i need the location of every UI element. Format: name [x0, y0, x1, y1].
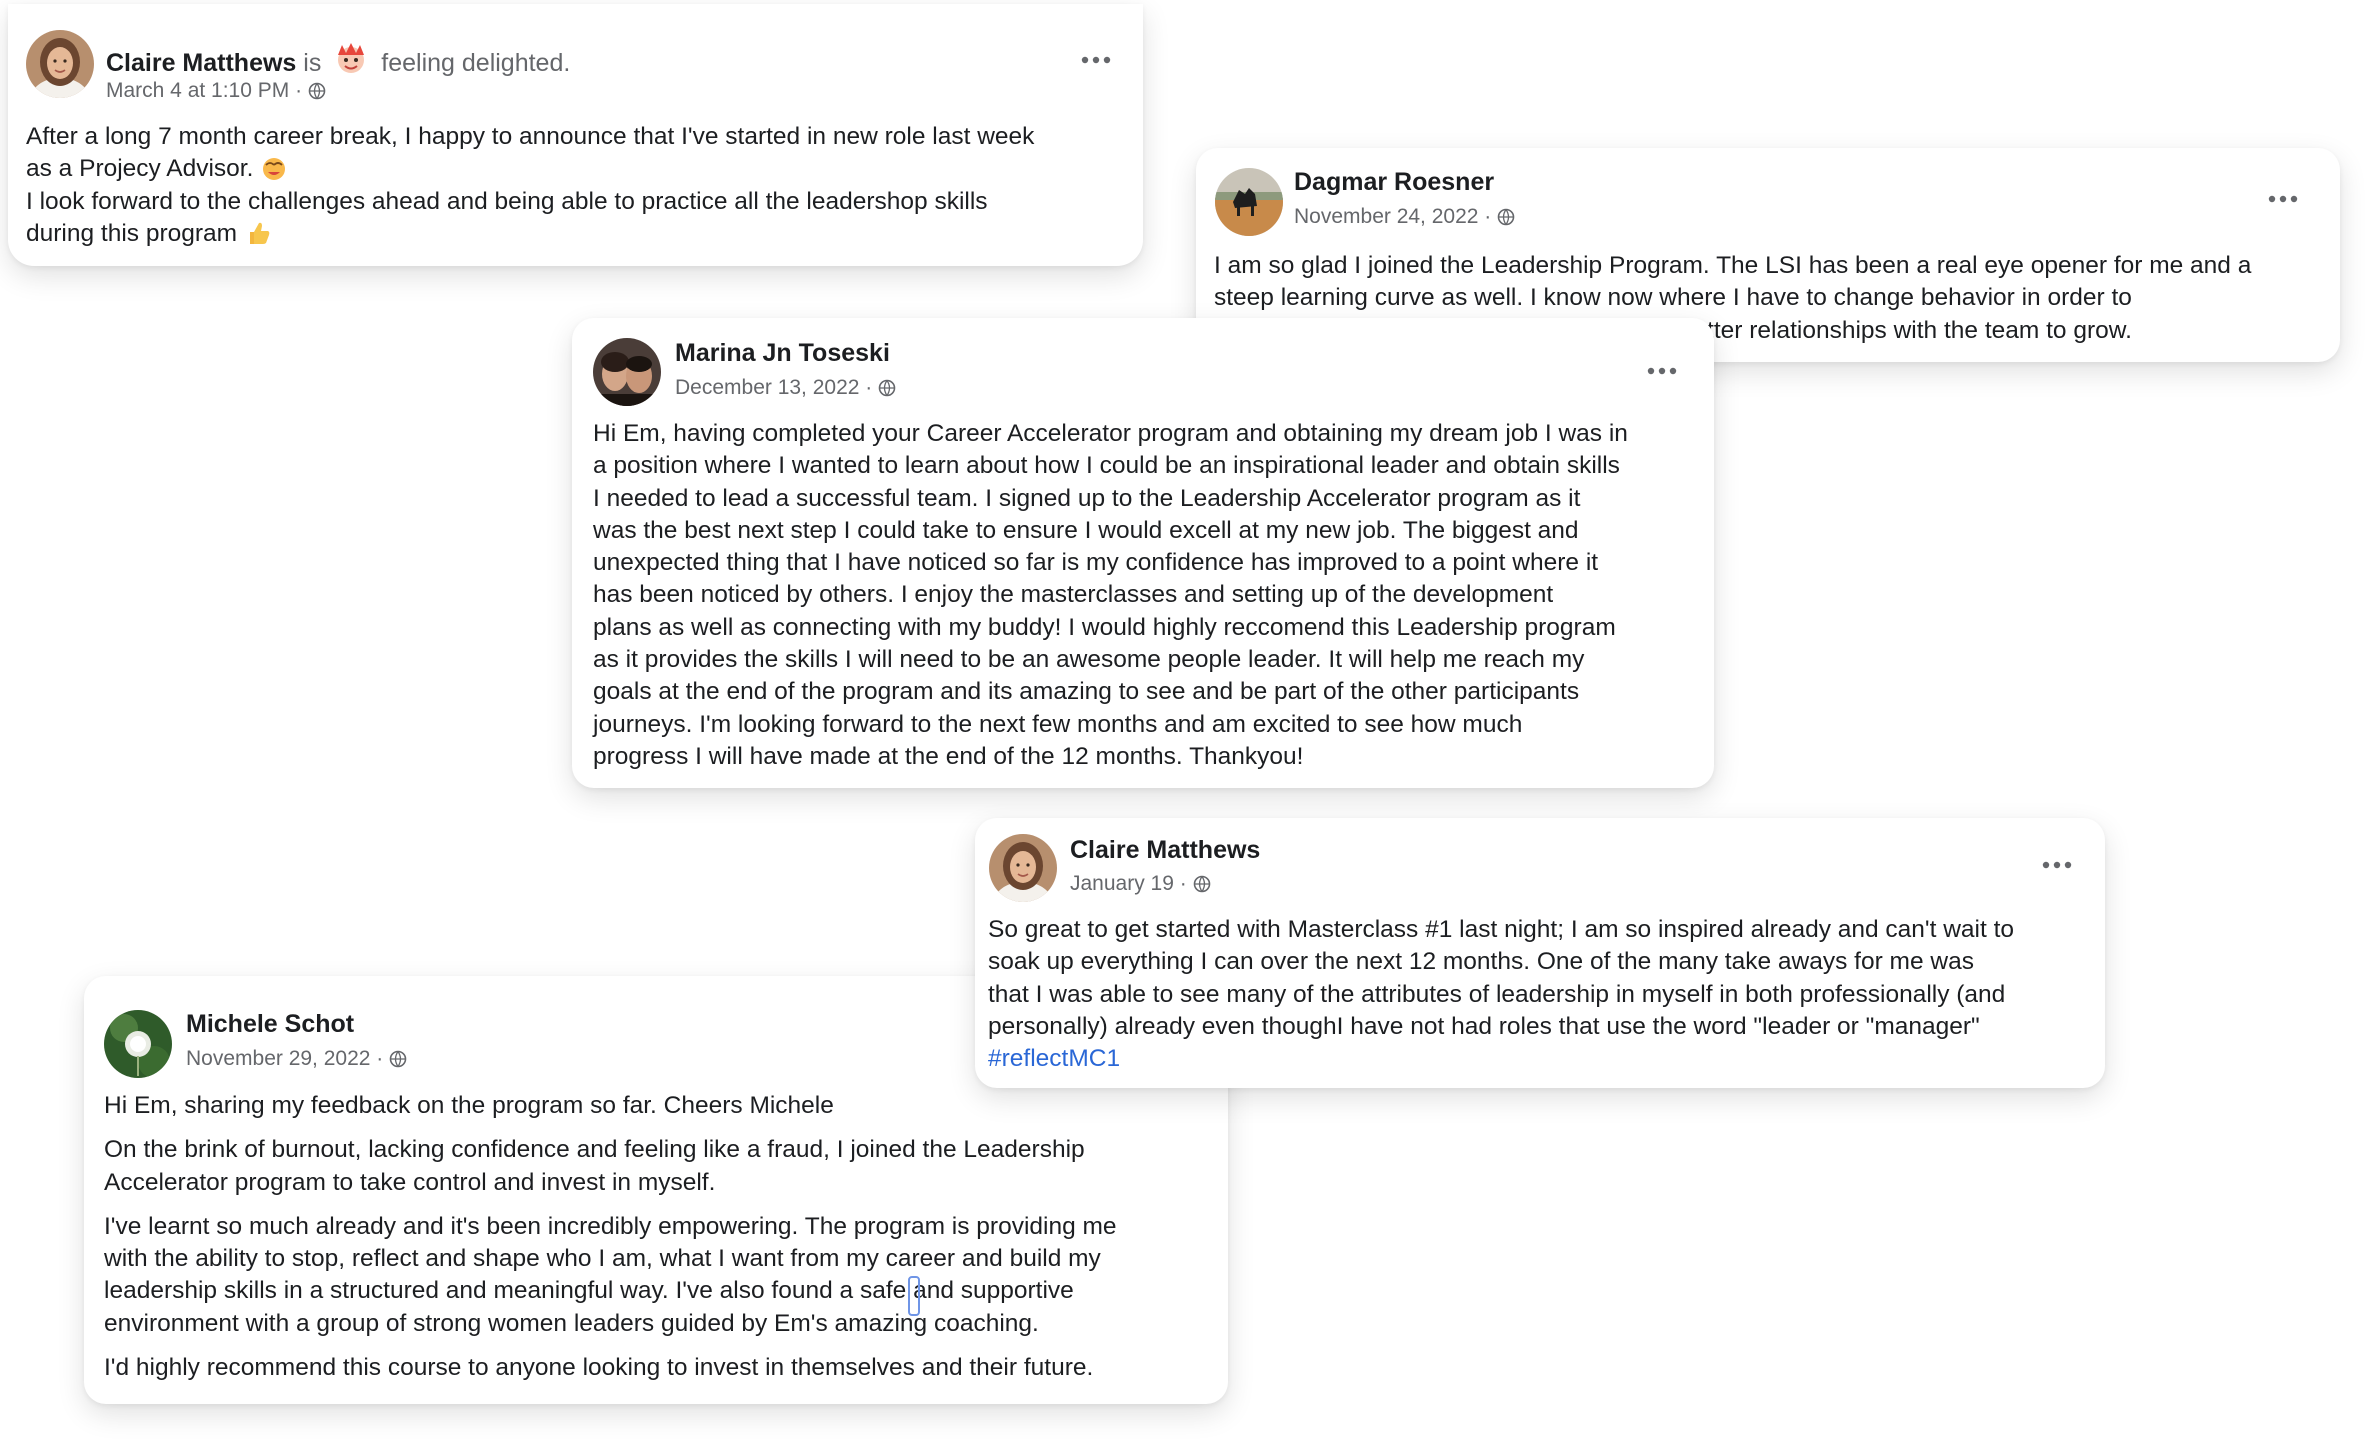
post-line: has been noticed by others. I enjoy the … [593, 581, 1554, 609]
timestamp[interactable]: December 13, 2022 · [675, 376, 872, 400]
post-line: with the ability to stop, reflect and sh… [104, 1245, 1101, 1273]
post-card-claire-masterclass: Claire Matthews January 19 · So great to… [975, 818, 2105, 1088]
post-line: steep learning curve as well. I know now… [1214, 284, 2132, 312]
post-body: After a long 7 month career break, I hap… [26, 121, 1136, 250]
michele-avatar-image [104, 1010, 172, 1078]
author-name[interactable]: Claire Matthews [106, 49, 296, 77]
claire-avatar-image [26, 30, 94, 98]
feeling-text[interactable]: feeling delighted. [381, 49, 570, 77]
post-paragraph: On the brink of burnout, lacking confide… [104, 1134, 1222, 1199]
post-meta: November 29, 2022 · [186, 1047, 407, 1071]
post-line: Accelerator program to take control and … [104, 1168, 716, 1196]
post-paragraph: I'd highly recommend this course to anyo… [104, 1354, 1094, 1382]
more-options-icon[interactable] [2266, 192, 2300, 206]
avatar[interactable] [104, 1010, 172, 1078]
post-line: I needed to lead a successful team. I si… [593, 484, 1581, 512]
avatar[interactable] [989, 834, 1057, 902]
post-line: during this program [26, 218, 1136, 250]
post-line: soak up everything I can over the next 1… [988, 948, 1974, 976]
author-name[interactable]: Michele Schot [186, 1010, 354, 1039]
post-body: So great to get started with Masterclass… [988, 914, 2098, 1075]
hot-face-emoji-icon [260, 155, 288, 181]
post-line: I've learnt so much already and it's bee… [104, 1212, 1117, 1240]
claire-avatar-image [989, 834, 1057, 902]
text-cursor-icon [908, 1276, 920, 1316]
globe-icon [1497, 208, 1515, 226]
post-card-marina: Marina Jn Toseski December 13, 2022 · Hi… [572, 318, 1714, 788]
post-line: personally) already even thoughI have no… [988, 1012, 1980, 1040]
post-line: a position where I wanted to learn about… [593, 452, 1620, 480]
dagmar-avatar-image [1215, 168, 1283, 236]
post-line: as a Projecy Advisor. [26, 153, 1136, 185]
post-line: On the brink of burnout, lacking confide… [104, 1136, 1085, 1164]
post-line: Hi Em, having completed your Career Acce… [593, 420, 1628, 447]
post-line: #reflectMC1 [988, 1043, 2098, 1075]
globe-icon [308, 82, 326, 100]
hashtag-link[interactable]: #reflectMC1 [988, 1045, 1120, 1072]
thumbs-up-emoji-icon [244, 220, 272, 246]
post-meta: March 4 at 1:10 PM · [106, 79, 326, 103]
post-line: was the best next step I could take to e… [593, 516, 1579, 544]
post-line: After a long 7 month career break, I hap… [26, 123, 1035, 150]
globe-icon [389, 1050, 407, 1068]
post-line: journeys. I'm looking forward to the nex… [593, 710, 1523, 738]
post-meta: January 19 · [1070, 872, 1211, 896]
post-line: as it provides the skills I will need to… [593, 646, 1585, 674]
post-line: goals at the end of the program and its … [593, 678, 1580, 706]
post-card-claire-delighted: Claire Matthews is feeling delighted. Ma… [8, 4, 1143, 266]
post-body: Hi Em, having completed your Career Acce… [593, 418, 1711, 773]
more-options-icon[interactable] [1645, 364, 1679, 378]
more-options-icon[interactable] [2040, 858, 2074, 872]
post-meta: November 24, 2022 · [1294, 205, 1515, 229]
post-line: leadership skills in a structured and me… [104, 1277, 1074, 1305]
post-line: plans as well as connecting with my budd… [593, 613, 1616, 641]
post-meta: December 13, 2022 · [675, 376, 896, 400]
author-name[interactable]: Claire Matthews [1070, 836, 1260, 865]
post-line: that I was able to see many of the attri… [988, 980, 2006, 1008]
post-line: unexpected thing that I have noticed so … [593, 549, 1599, 577]
more-options-icon[interactable] [1079, 53, 1113, 67]
marina-avatar-image [593, 338, 661, 406]
avatar[interactable] [1215, 168, 1283, 236]
post-line: progress I will have made at the end of … [593, 742, 1304, 770]
post-body: Hi Em, sharing my feedback on the progra… [104, 1090, 1222, 1384]
post-line: environment with a group of strong women… [104, 1309, 1039, 1337]
author-name[interactable]: Marina Jn Toseski [675, 339, 890, 368]
avatar[interactable] [593, 338, 661, 406]
globe-icon [878, 379, 896, 397]
timestamp[interactable]: March 4 at 1:10 PM · [106, 79, 302, 103]
post-line: So great to get started with Masterclass… [988, 916, 2015, 943]
author-name[interactable]: Dagmar Roesner [1294, 168, 1494, 197]
post-author-line: Claire Matthews is feeling delighted. [106, 41, 570, 78]
post-paragraph: Hi Em, sharing my feedback on the progra… [104, 1092, 834, 1119]
timestamp[interactable]: January 19 · [1070, 872, 1187, 896]
timestamp[interactable]: November 29, 2022 · [186, 1047, 383, 1071]
globe-icon [1193, 875, 1211, 893]
timestamp[interactable]: November 24, 2022 · [1294, 205, 1491, 229]
post-line: I am so glad I joined the Leadership Pro… [1214, 252, 2252, 279]
post-paragraph: I've learnt so much already and it's bee… [104, 1211, 1222, 1340]
delighted-emoji-icon [332, 41, 370, 75]
is-word: is [303, 49, 322, 77]
post-line: I look forward to the challenges ahead a… [26, 187, 988, 215]
avatar[interactable] [26, 30, 94, 98]
